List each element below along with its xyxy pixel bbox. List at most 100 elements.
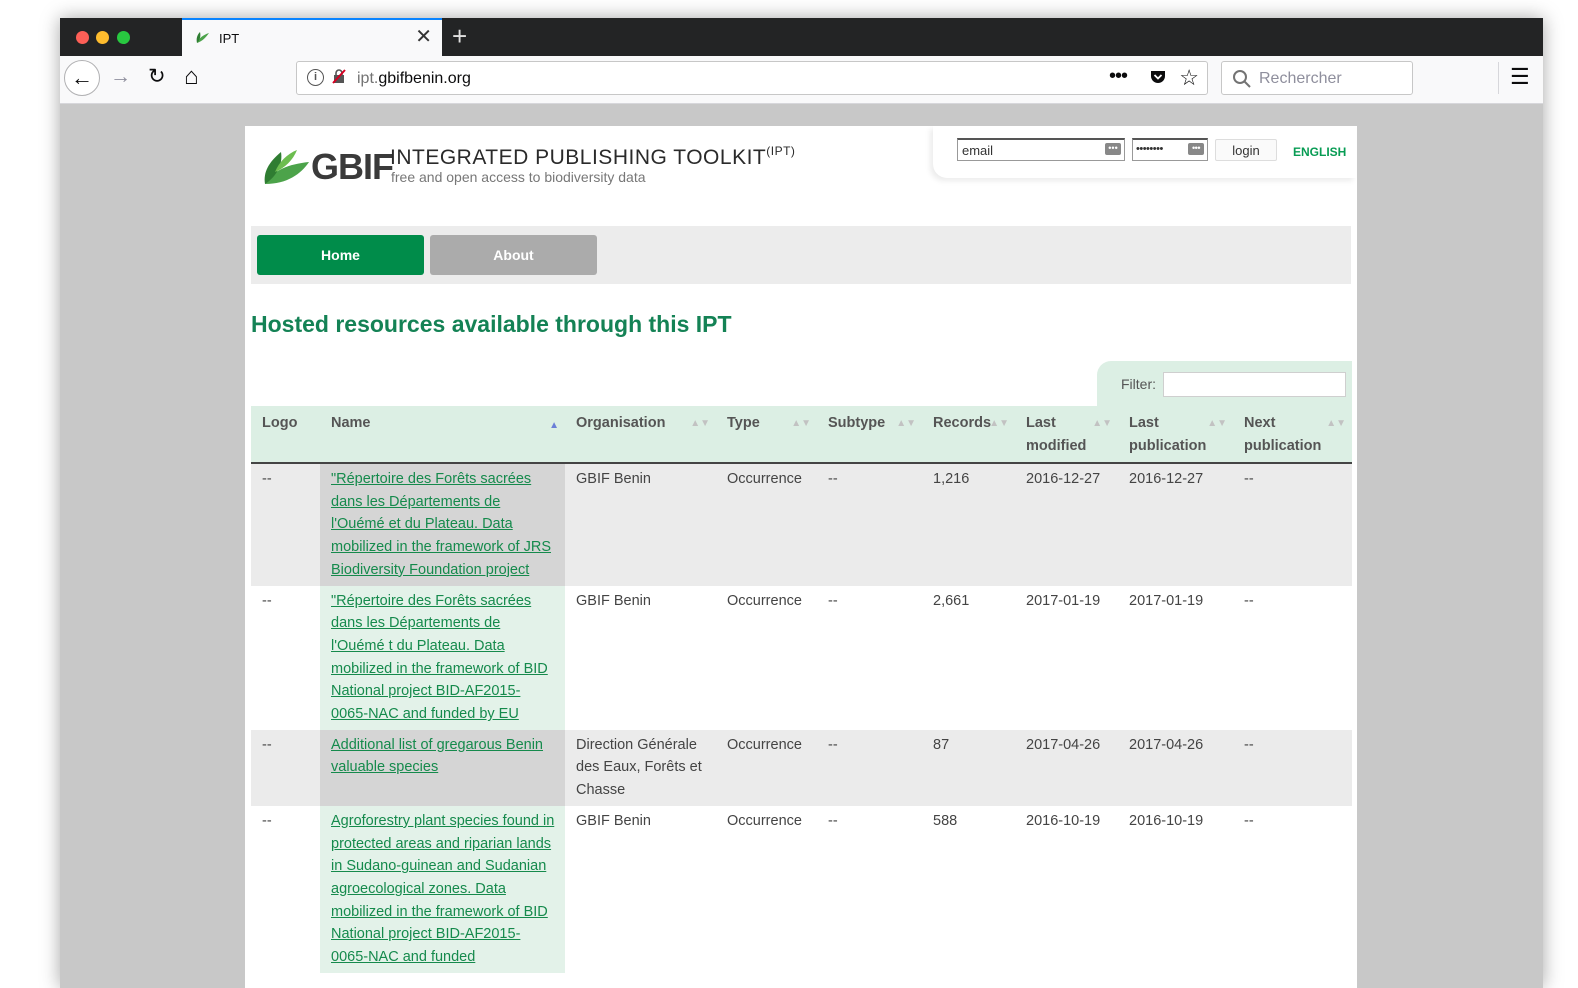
sort-icon: ▲▼ (1207, 418, 1227, 429)
cell-last-modified: 2016-10-19 (1015, 805, 1118, 973)
login-button[interactable]: login (1215, 139, 1277, 161)
cell-last-publication: 2016-12-27 (1118, 463, 1233, 586)
cell-name: "Répertoire des Forêts sacrées dans les … (320, 463, 565, 586)
cell-type: Occurrence (716, 463, 817, 586)
url-text[interactable]: ipt.gbifbenin.org (357, 70, 471, 88)
ipt-title: INTEGRATED PUBLISHING TOOLKIT(IPT) (390, 144, 796, 170)
search-icon (1233, 70, 1251, 88)
pocket-icon[interactable] (1149, 68, 1167, 86)
menu-home-button[interactable]: Home (257, 235, 424, 275)
header-label: Name (331, 415, 371, 431)
resource-link[interactable]: "Répertoire des Forêts sacrées dans les … (331, 593, 548, 723)
filter-panel: Filter: (1097, 361, 1352, 406)
home-button[interactable]: ⌂ (184, 65, 199, 89)
ipt-title-text: INTEGRATED PUBLISHING TOOLKIT (390, 146, 767, 169)
ipt-subtitle: free and open access to biodiversity dat… (391, 169, 646, 185)
cell-organisation: GBIF Benin (565, 463, 716, 586)
password-field[interactable]: •••••••• ••• (1132, 138, 1208, 161)
column-header-subtype[interactable]: Subtype ▲▼ (817, 406, 922, 464)
cell-organisation: Direction Générale des Eaux, Forêts et C… (565, 729, 716, 806)
column-header-type[interactable]: Type ▲▼ (716, 406, 817, 464)
toolbar-divider (1498, 62, 1499, 94)
insecure-lock-icon[interactable] (331, 68, 347, 84)
page-actions-icon[interactable]: ••• (1109, 65, 1128, 88)
cell-last-publication: 2017-01-19 (1118, 585, 1233, 730)
column-header-next-publication[interactable]: Next publication ▲▼ (1233, 406, 1352, 464)
cell-subtype: -- (817, 805, 922, 973)
back-button[interactable]: ← (64, 60, 100, 96)
gbif-logo-icon[interactable] (257, 140, 313, 194)
cell-name: "Répertoire des Forêts sacrées dans les … (320, 585, 565, 730)
cell-next-publication: -- (1233, 805, 1352, 973)
sort-icon: ▲▼ (791, 418, 811, 429)
bookmark-star-icon[interactable]: ☆ (1179, 65, 1199, 91)
gbif-logo-text[interactable]: GBIF (311, 146, 394, 188)
cell-type: Occurrence (716, 585, 817, 730)
cell-records: 588 (922, 805, 1015, 973)
minimize-window-button[interactable] (96, 31, 109, 44)
key-icon[interactable]: ••• (1188, 143, 1204, 155)
resource-link[interactable]: "Répertoire des Forêts sacrées dans les … (331, 471, 551, 578)
filter-label: Filter: (1121, 376, 1156, 392)
cell-next-publication: -- (1233, 729, 1352, 806)
navigation-toolbar: ← → ↻ ⌂ i ipt.gbifbenin.org ••• ☆ Recher… (60, 56, 1543, 104)
main-menu: Home About (251, 226, 1351, 284)
forward-button[interactable]: → (110, 65, 131, 89)
resource-link[interactable]: Agroforestry plant species found in prot… (331, 813, 554, 965)
menu-about-button[interactable]: About (430, 235, 597, 275)
table-row: -- "Répertoire des Forêts sacrées dans l… (251, 463, 1352, 586)
resource-link[interactable]: Additional list of gregarous Benin valua… (331, 737, 543, 776)
column-header-name[interactable]: Name ▲ (320, 406, 565, 464)
header-label: Organisation (576, 415, 666, 431)
cell-logo: -- (251, 805, 320, 973)
ipt-title-sup: (IPT) (766, 144, 796, 158)
gbif-leaf-icon (196, 32, 209, 43)
header-label: Last publication (1129, 415, 1207, 454)
language-link[interactable]: ENGLISH (1293, 145, 1346, 159)
header-label: Logo (262, 415, 298, 431)
password-field-value: •••••••• (1136, 143, 1163, 155)
table-row: -- Additional list of gregarous Benin va… (251, 729, 1352, 806)
table-header-row: Logo Name ▲ Organisation ▲▼ Type ▲▼ Subtype… (251, 406, 1352, 464)
hamburger-menu-icon[interactable]: ☰ (1510, 65, 1530, 89)
close-window-button[interactable] (76, 31, 89, 44)
sort-icon: ▲▼ (690, 418, 710, 429)
cell-subtype: -- (817, 729, 922, 806)
info-icon[interactable]: i (307, 69, 324, 86)
key-icon[interactable]: ••• (1105, 143, 1121, 155)
column-header-last-modified[interactable]: Last modified ▲▼ (1015, 406, 1118, 464)
column-header-records[interactable]: Records ▲▼ (922, 406, 1015, 464)
column-header-last-publication[interactable]: Last publication ▲▼ (1118, 406, 1233, 464)
maximize-window-button[interactable] (117, 31, 130, 44)
sort-icon: ▲▼ (896, 418, 916, 429)
sort-icon: ▲▼ (1092, 418, 1112, 429)
email-field-value: email (962, 143, 994, 158)
cell-last-publication: 2017-04-26 (1118, 729, 1233, 806)
column-header-logo[interactable]: Logo (251, 406, 320, 464)
resources-table: Logo Name ▲ Organisation ▲▼ Type ▲▼ Subtype… (251, 406, 1352, 973)
sort-icon: ▲▼ (1326, 418, 1346, 429)
column-header-organisation[interactable]: Organisation ▲▼ (565, 406, 716, 464)
tab-close-icon[interactable]: ✕ (415, 26, 432, 48)
cell-type: Occurrence (716, 805, 817, 973)
browser-window: IPT ✕ + ← → ↻ ⌂ i ipt.gbifbenin.org ••• … (60, 18, 1543, 988)
sort-icon: ▲▼ (989, 418, 1009, 429)
table-row: -- "Répertoire des Forêts sacrées dans l… (251, 585, 1352, 730)
cell-next-publication: -- (1233, 585, 1352, 730)
reload-button[interactable]: ↻ (148, 65, 166, 89)
web-page: GBIF INTEGRATED PUBLISHING TOOLKIT(IPT) … (245, 126, 1357, 988)
browser-tab[interactable]: IPT ✕ (182, 18, 442, 56)
cell-name: Agroforestry plant species found in prot… (320, 805, 565, 973)
url-bar[interactable]: i ipt.gbifbenin.org ••• ☆ (296, 61, 1208, 95)
cell-last-modified: 2017-04-26 (1015, 729, 1118, 806)
email-field[interactable]: email ••• (957, 138, 1125, 161)
cell-logo: -- (251, 463, 320, 586)
title-bar: IPT ✕ + (60, 18, 1543, 56)
filter-input[interactable] (1163, 372, 1346, 397)
table-row: -- Agroforestry plant species found in p… (251, 805, 1352, 973)
search-box[interactable]: Rechercher (1221, 61, 1413, 95)
header-label: Type (727, 415, 760, 431)
new-tab-button[interactable]: + (452, 20, 467, 52)
cell-type: Occurrence (716, 729, 817, 806)
cell-last-modified: 2017-01-19 (1015, 585, 1118, 730)
